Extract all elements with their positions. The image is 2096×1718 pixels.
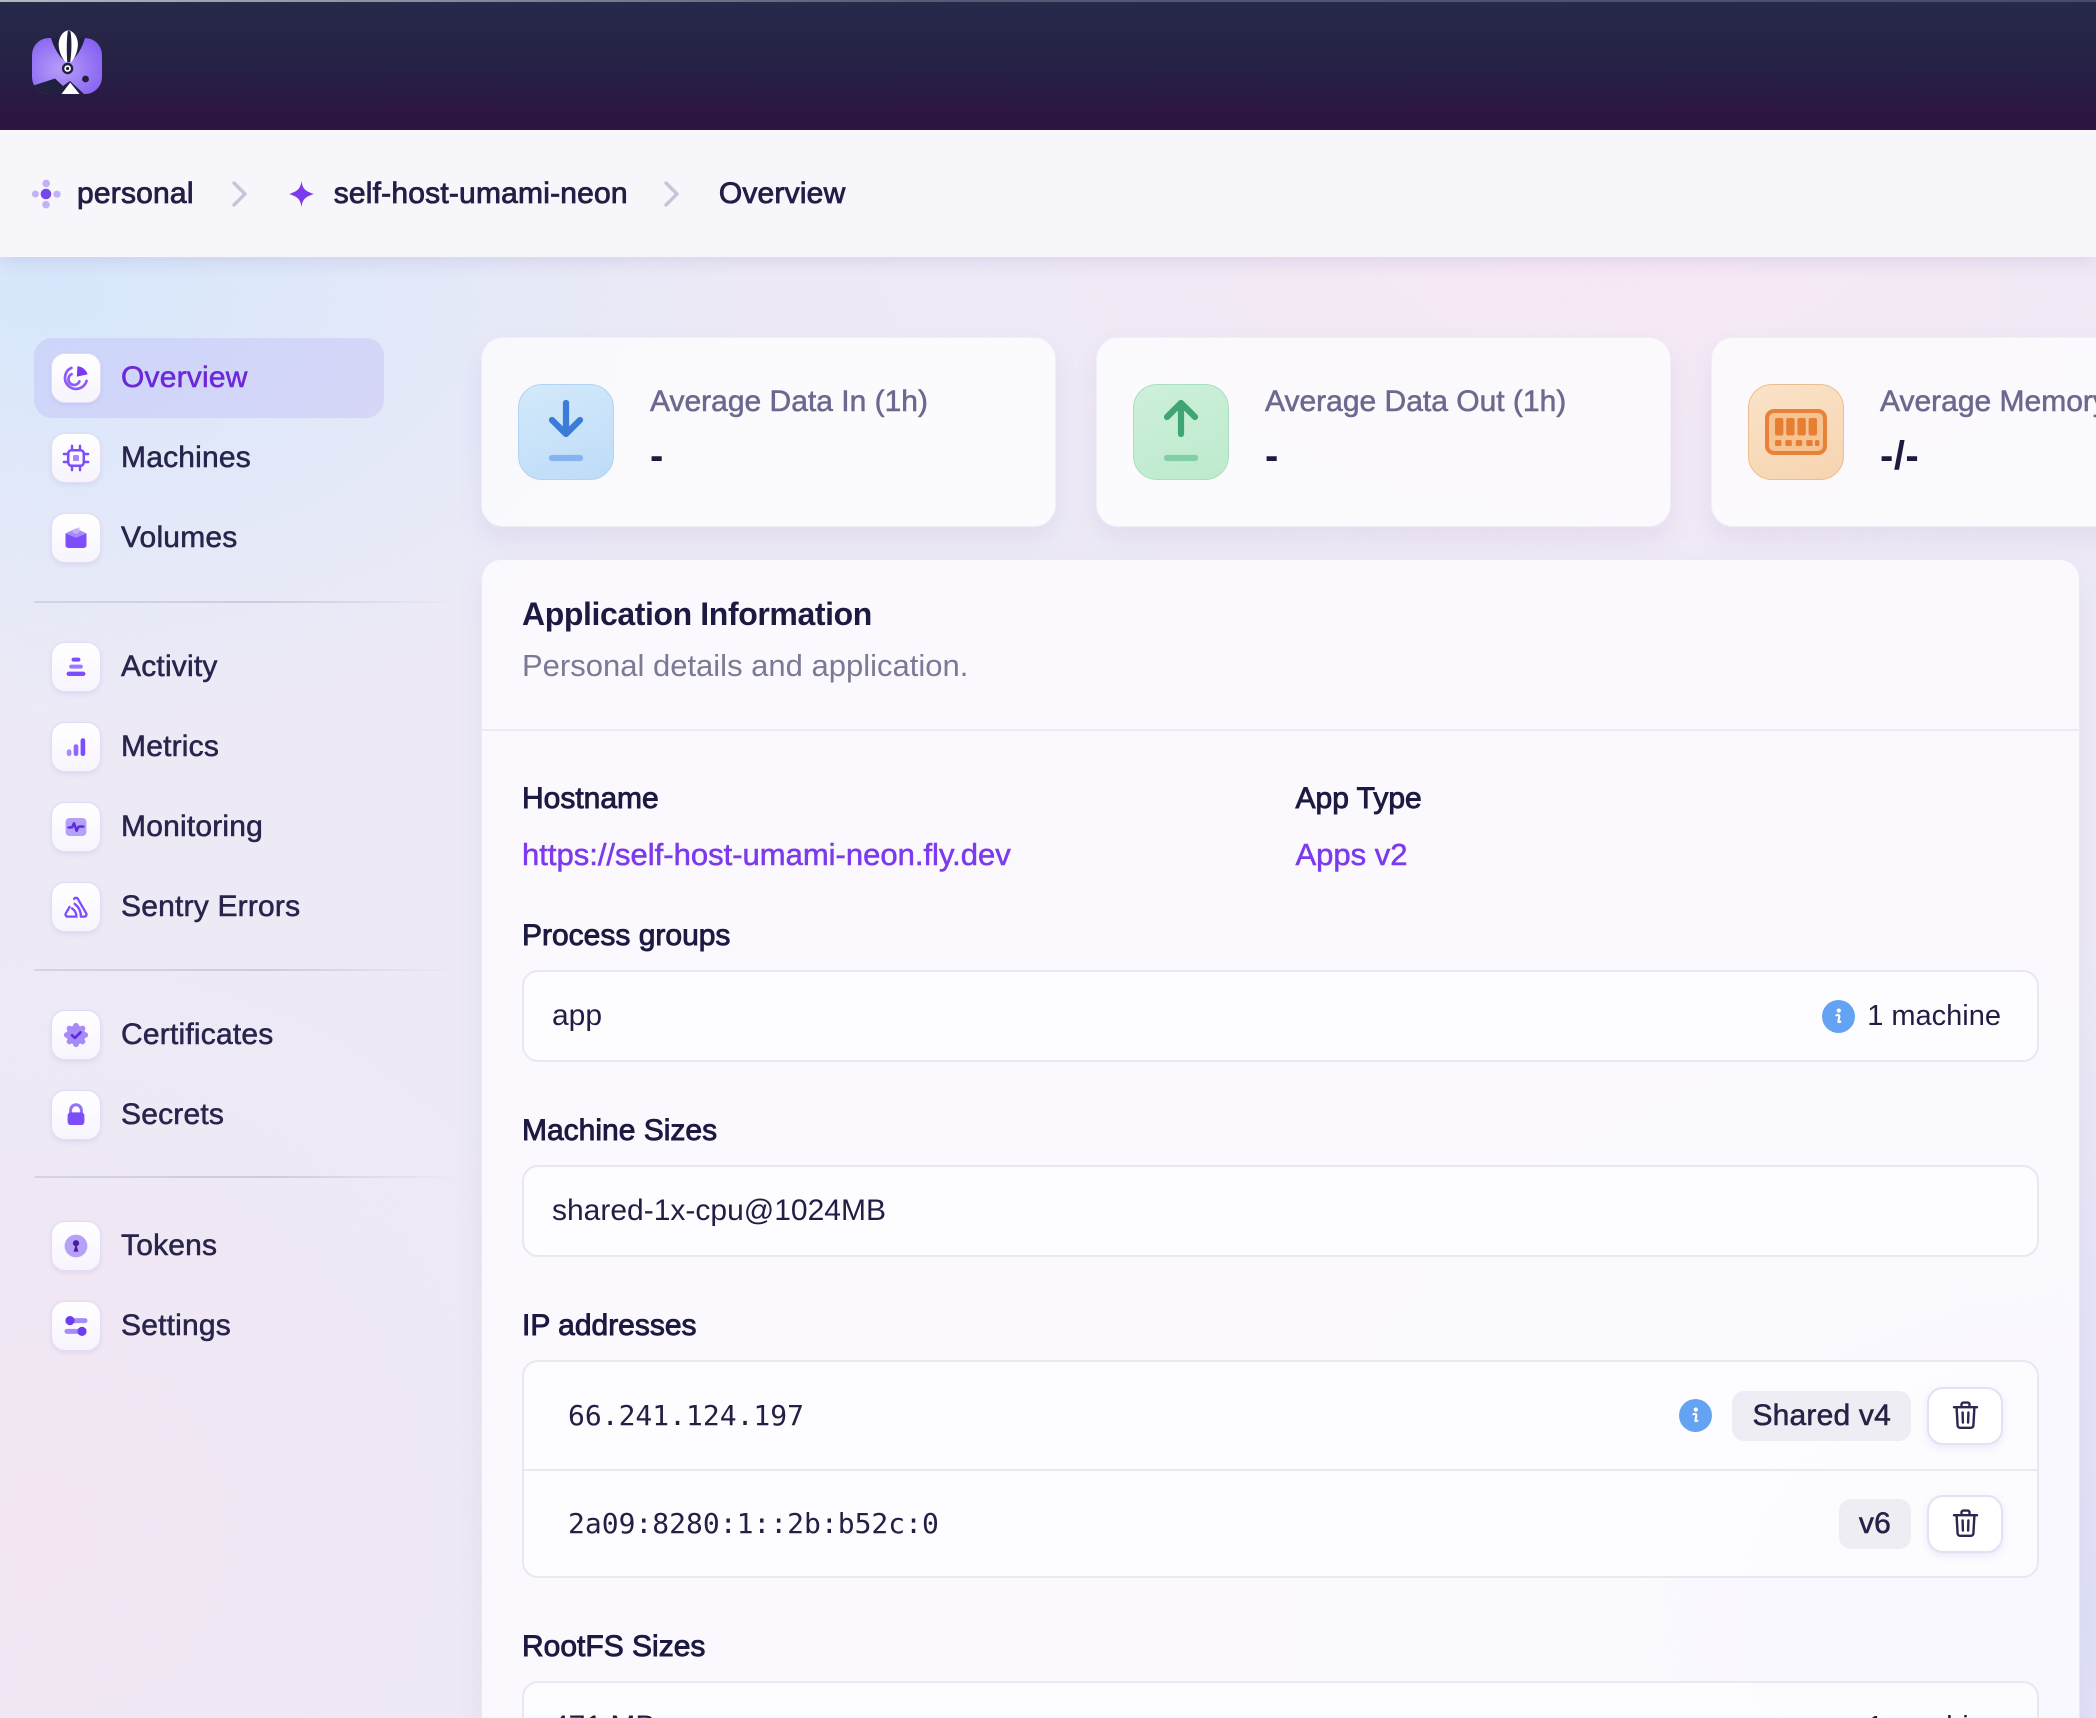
sidebar-item-label: Metrics xyxy=(121,730,219,764)
sentry-icon xyxy=(51,882,101,932)
rootfs-size: 471 MB xyxy=(552,1710,655,1718)
stat-card-data-in: Average Data In (1h) - xyxy=(481,337,1056,527)
download-icon xyxy=(518,384,614,480)
sidebar-divider xyxy=(34,969,458,971)
stat-card-data-out: Average Data Out (1h) - xyxy=(1096,337,1671,527)
sidebar-item-overview[interactable]: Overview xyxy=(34,338,384,418)
sidebar-item-sentry-errors[interactable]: Sentry Errors xyxy=(34,867,384,947)
chevron-right-icon xyxy=(664,181,679,207)
sidebar-item-label: Monitoring xyxy=(121,810,263,844)
sidebar-item-secrets[interactable]: Secrets xyxy=(34,1075,384,1155)
ip-type-badge: Shared v4 xyxy=(1732,1391,1911,1441)
application-information-card: Application Information Personal details… xyxy=(481,559,2080,1718)
organization-icon xyxy=(31,179,61,209)
application-information-header: Application Information Personal details… xyxy=(482,560,2079,731)
breadcrumb-app[interactable]: self-host-umami-neon xyxy=(334,177,628,211)
section-label: Process groups xyxy=(522,916,2039,956)
delete-ip-button[interactable] xyxy=(1927,1495,2003,1553)
card-subtitle: Personal details and application. xyxy=(522,648,2039,684)
field-label: Hostname xyxy=(522,779,1266,819)
sidebar-item-monitoring[interactable]: Monitoring xyxy=(34,787,384,867)
section-label: RootFS Sizes xyxy=(522,1627,2039,1667)
ip-address-row: 2a09:8280:1::2b:b52c:0 v6 xyxy=(524,1469,2037,1576)
main-content: Average Data In (1h) - Average Data xyxy=(481,257,2096,1718)
field-app-type: App Type Apps v2 xyxy=(1296,779,2040,875)
memory-icon xyxy=(1748,384,1844,480)
sidebar-item-label: Sentry Errors xyxy=(121,890,300,924)
stat-label: Average Data In (1h) xyxy=(650,385,928,419)
rootfs-row: 471 MB 1 machine xyxy=(524,1683,2037,1718)
stat-card-memory: Average Memory -/- xyxy=(1711,337,2096,527)
section-label: Machine Sizes xyxy=(522,1111,2039,1151)
sidebar-item-tokens[interactable]: Tokens xyxy=(34,1206,384,1286)
section-label: IP addresses xyxy=(522,1306,2039,1346)
certificate-icon xyxy=(51,1010,101,1060)
sidebar-item-settings[interactable]: Settings xyxy=(34,1286,384,1366)
monitoring-icon xyxy=(51,802,101,852)
app-type-link[interactable]: Apps v2 xyxy=(1296,835,2040,875)
breadcrumb-page: Overview xyxy=(719,177,846,211)
ip-addresses-section: IP addresses 66.241.124.197 xyxy=(522,1306,2039,1578)
fly-io-logo[interactable] xyxy=(30,12,106,96)
hostname-link[interactable]: https://self-host-umami-neon.fly.dev xyxy=(522,835,1266,875)
sidebar-item-certificates[interactable]: Certificates xyxy=(34,995,384,1075)
sidebar-item-label: Tokens xyxy=(121,1229,217,1263)
process-group-name: app xyxy=(552,999,602,1033)
sidebar-item-label: Settings xyxy=(121,1309,231,1343)
machine-size-value: shared-1x-cpu@1024MB xyxy=(552,1194,886,1228)
field-label: App Type xyxy=(1296,779,2040,819)
stat-value: - xyxy=(650,433,928,479)
sidebar-item-label: Activity xyxy=(121,650,218,684)
ip-type-badge: v6 xyxy=(1839,1499,1911,1549)
machine-size-row: shared-1x-cpu@1024MB xyxy=(524,1167,2037,1255)
breadcrumb-org[interactable]: personal xyxy=(77,177,194,211)
sparkle-icon xyxy=(289,181,314,207)
upload-icon xyxy=(1133,384,1229,480)
sidebar-item-volumes[interactable]: Volumes xyxy=(34,498,384,578)
sidebar-item-machines[interactable]: Machines xyxy=(34,418,384,498)
ip-address: 2a09:8280:1::2b:b52c:0 xyxy=(568,1507,939,1540)
stat-value: - xyxy=(1265,433,1566,479)
sidebar-item-label: Overview xyxy=(121,361,248,395)
settings-icon xyxy=(51,1301,101,1351)
chevron-right-icon xyxy=(232,181,247,207)
machine-count: 1 machine xyxy=(1867,1000,2001,1033)
field-hostname: Hostname https://self-host-umami-neon.fl… xyxy=(522,779,1266,875)
sidebar-item-label: Volumes xyxy=(121,521,237,555)
sidebar-divider xyxy=(34,601,458,603)
sidebar-item-metrics[interactable]: Metrics xyxy=(34,707,384,787)
sidebar-item-activity[interactable]: Activity xyxy=(34,627,384,707)
top-header xyxy=(0,0,2096,130)
sidebar-divider xyxy=(34,1176,458,1178)
sidebar-item-label: Machines xyxy=(121,441,251,475)
ip-address-row: 66.241.124.197 Shared v4 xyxy=(524,1362,2037,1469)
machines-icon xyxy=(51,433,101,483)
metrics-icon xyxy=(51,722,101,772)
machine-sizes-section: Machine Sizes shared-1x-cpu@1024MB xyxy=(522,1111,2039,1257)
ip-address: 66.241.124.197 xyxy=(568,1399,804,1432)
volumes-icon xyxy=(51,513,101,563)
breadcrumb: personal self-host-umami-neon Overview xyxy=(0,130,2096,257)
info-icon[interactable] xyxy=(1822,1000,1855,1033)
process-groups-section: Process groups app xyxy=(522,916,2039,1062)
stats-row: Average Data In (1h) - Average Data xyxy=(481,337,2096,527)
stat-label: Average Memory xyxy=(1880,385,2096,419)
info-icon[interactable] xyxy=(1679,1399,1712,1432)
sidebar-item-label: Secrets xyxy=(121,1098,224,1132)
stat-value: -/- xyxy=(1880,433,2096,479)
card-title: Application Information xyxy=(522,596,2039,633)
process-group-row: app 1 machine xyxy=(524,972,2037,1060)
token-icon xyxy=(51,1221,101,1271)
rootfs-sizes-section: RootFS Sizes 471 MB 1 machine xyxy=(522,1627,2039,1718)
machine-count: 1 machine xyxy=(1867,1711,2001,1718)
overview-icon xyxy=(51,353,101,403)
sidebar-item-label: Certificates xyxy=(121,1018,273,1052)
stat-label: Average Data Out (1h) xyxy=(1265,385,1566,419)
delete-ip-button[interactable] xyxy=(1927,1387,2003,1445)
sidebar: Overview Machines xyxy=(34,338,458,1366)
activity-icon xyxy=(51,642,101,692)
lock-icon xyxy=(51,1090,101,1140)
